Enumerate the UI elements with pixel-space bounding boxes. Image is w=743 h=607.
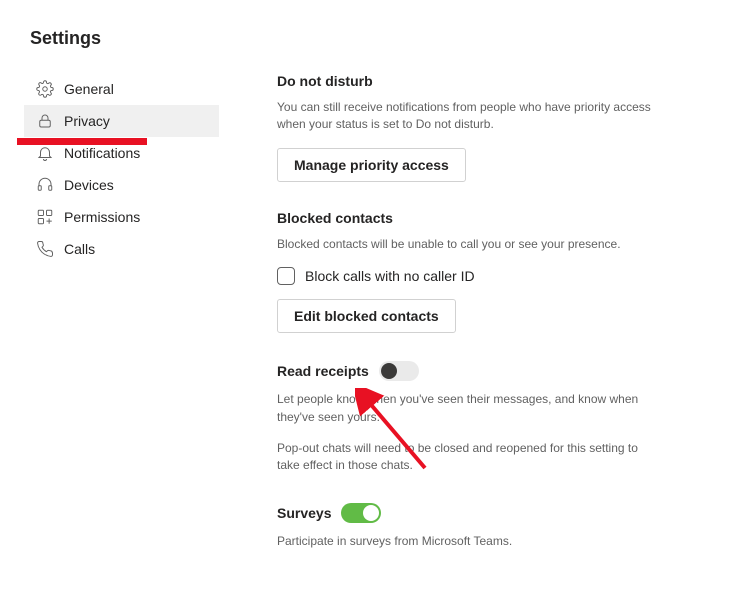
section-title: Blocked contacts [277, 210, 659, 226]
section-description: Pop-out chats will need to be closed and… [277, 440, 659, 475]
sidebar-item-privacy[interactable]: Privacy [24, 105, 219, 137]
sidebar-item-label: General [64, 81, 114, 97]
gear-icon [36, 80, 54, 98]
apps-icon [36, 208, 54, 226]
section-surveys: Surveys Participate in surveys from Micr… [277, 503, 659, 550]
settings-content: Do not disturb You can still receive not… [219, 73, 689, 578]
section-title-text: Surveys [277, 505, 331, 521]
surveys-toggle[interactable] [341, 503, 381, 523]
section-title-text: Read receipts [277, 363, 369, 379]
sidebar-item-label: Permissions [64, 209, 140, 225]
section-description: Let people know when you've seen their m… [277, 391, 659, 426]
sidebar-item-calls[interactable]: Calls [24, 233, 219, 265]
checkbox-label: Block calls with no caller ID [305, 268, 475, 284]
sidebar-item-label: Notifications [64, 145, 140, 161]
sidebar-item-permissions[interactable]: Permissions [24, 201, 219, 233]
page-title: Settings [30, 28, 743, 49]
checkbox-box-icon [277, 267, 295, 285]
section-description: You can still receive notifications from… [277, 99, 659, 134]
sidebar-item-general[interactable]: General [24, 73, 219, 105]
sidebar-item-devices[interactable]: Devices [24, 169, 219, 201]
section-read-receipts: Read receipts Let people know when you'v… [277, 361, 659, 475]
lock-icon [36, 112, 54, 130]
phone-icon [36, 240, 54, 258]
block-no-caller-id-checkbox[interactable]: Block calls with no caller ID [277, 267, 659, 285]
section-title: Do not disturb [277, 73, 659, 89]
sidebar-item-label: Calls [64, 241, 95, 257]
section-blocked-contacts: Blocked contacts Blocked contacts will b… [277, 210, 659, 333]
sidebar-item-label: Privacy [64, 113, 110, 129]
settings-sidebar: General Privacy Notifications Devices [24, 73, 219, 578]
annotation-underline [17, 138, 147, 145]
edit-blocked-contacts-button[interactable]: Edit blocked contacts [277, 299, 456, 333]
sidebar-item-label: Devices [64, 177, 114, 193]
manage-priority-access-button[interactable]: Manage priority access [277, 148, 466, 182]
section-title: Surveys [277, 503, 659, 523]
section-description: Blocked contacts will be unable to call … [277, 236, 659, 253]
headset-icon [36, 176, 54, 194]
section-description: Participate in surveys from Microsoft Te… [277, 533, 659, 550]
section-do-not-disturb: Do not disturb You can still receive not… [277, 73, 659, 182]
read-receipts-toggle[interactable] [379, 361, 419, 381]
section-title: Read receipts [277, 361, 659, 381]
bell-icon [36, 144, 54, 162]
